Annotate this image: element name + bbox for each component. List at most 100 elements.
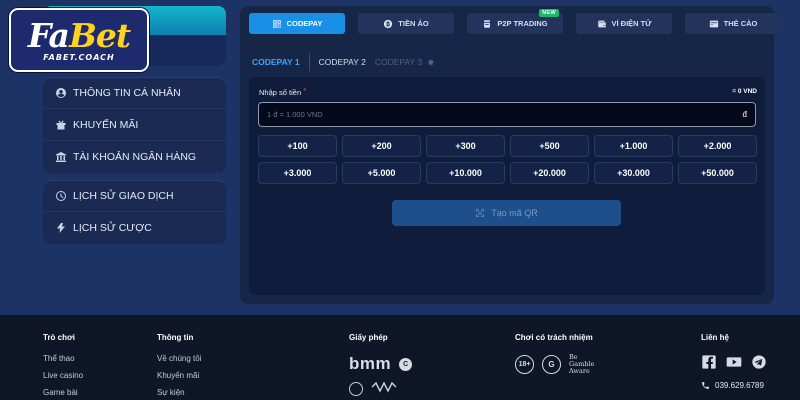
tab-p2p-trading[interactable]: P2P TRADING NEW — [467, 9, 563, 34]
amount-label-text: Nhập số tiền — [259, 88, 302, 97]
footer-link-card-games[interactable]: Game bài — [43, 388, 83, 397]
history-icon — [55, 190, 67, 202]
maintenance-gear-icon — [427, 59, 434, 65]
sidebar-item-label: LỊCH SỬ GIAO DỊCH — [73, 189, 174, 202]
card-icon — [709, 19, 719, 29]
amount-label: Nhập số tiền * — [259, 88, 306, 97]
footer-contact-column: Liên hệ 039.629.6789 — [701, 333, 767, 390]
sub-tab-codepay-1[interactable]: CODEPAY 1 — [252, 57, 309, 67]
amount-total: = 0 VND — [732, 88, 757, 95]
codepay-icon — [272, 19, 282, 29]
tab-e-wallet[interactable]: VÍ ĐIỆN TỬ — [576, 13, 672, 34]
quick-amount-button[interactable]: +30.000 — [594, 162, 673, 184]
sidebar-item-profile[interactable]: THÔNG TIN CÁ NHÂN — [43, 77, 226, 109]
quick-amount-button[interactable]: +5.000 — [342, 162, 421, 184]
tab-scratch-card[interactable]: THẺ CÀO — [685, 13, 781, 34]
footer-responsible-column: Chơi có trách nhiệm 18+ G Be Gamble Awar… — [515, 333, 594, 375]
logo-text: FaBet — [27, 15, 131, 55]
begambleaware-logo: Be Gamble Aware — [569, 354, 594, 375]
footer: Trò chơi Thể thao Live casino Game bài T… — [0, 315, 800, 400]
fabet-logo[interactable]: FaBet FABET.COACH — [9, 8, 149, 72]
sidebar-item-bet-history[interactable]: LỊCH SỬ CƯỢC — [43, 212, 226, 244]
sidebar-item-transaction-history[interactable]: LỊCH SỬ GIAO DỊCH — [43, 180, 226, 212]
qr-scan-icon — [476, 209, 484, 217]
bank-icon — [55, 151, 67, 163]
quick-amount-button[interactable]: +2.000 — [678, 135, 757, 157]
logo-subtext: FABET.COACH — [43, 52, 115, 62]
tab-codepay[interactable]: CODEPAY — [249, 13, 345, 34]
responsible-logos-row: 18+ G Be Gamble Aware — [515, 354, 594, 375]
contact-phone[interactable]: 039.629.6789 — [701, 381, 767, 390]
license-wave-icon — [371, 380, 397, 398]
quick-amount-button[interactable]: +10.000 — [426, 162, 505, 184]
codepay-sub-tabs: CODEPAY 1 CODEPAY 2 CODEPAY 3 — [252, 53, 444, 71]
sub-tab-codepay-3: CODEPAY 3 — [375, 57, 444, 67]
quick-amount-button[interactable]: +1.000 — [594, 135, 673, 157]
license-logos-row: bmm C — [349, 354, 413, 374]
sidebar-account-menu: THÔNG TIN CÁ NHÂN KHUYẾN MÃI TÀI KHOẢN N… — [43, 77, 226, 173]
tab-label: TIỀN ẢO — [398, 19, 429, 28]
sidebar-history-menu: LỊCH SỬ GIAO DỊCH LỊCH SỬ CƯỢC — [43, 180, 226, 244]
footer-license-column: Giấy phép bmm C — [349, 333, 413, 398]
footer-games-column: Trò chơi Thể thao Live casino Game bài — [43, 333, 83, 400]
payment-method-tabs: CODEPAY TIỀN ẢO P2P TRADING NEW VÍ ĐIỆN … — [249, 9, 781, 34]
quick-amount-button[interactable]: +200 — [342, 135, 421, 157]
sidebar-item-label: THÔNG TIN CÁ NHÂN — [73, 86, 181, 99]
quick-amount-button[interactable]: +3.000 — [258, 162, 337, 184]
tab-label: VÍ ĐIỆN TỬ — [611, 19, 652, 28]
sidebar-item-promotions[interactable]: KHUYẾN MÃI — [43, 109, 226, 141]
quick-amount-grid: +100 +200 +300 +500 +1.000 +2.000 +3.000… — [258, 135, 757, 184]
create-qr-button[interactable]: Tạo mã QR — [392, 200, 621, 226]
footer-link-about[interactable]: Về chúng tôi — [157, 354, 201, 363]
quick-amount-button[interactable]: +50.000 — [678, 162, 757, 184]
sidebar-item-label: TÀI KHOẢN NGÂN HÀNG — [73, 151, 197, 163]
footer-link-events[interactable]: Sự kiện — [157, 388, 201, 397]
sidebar-item-label: LỊCH SỬ CƯỢC — [73, 222, 152, 234]
crypto-icon — [383, 19, 393, 29]
license-seal-icon — [349, 382, 363, 396]
sub-tab-label: CODEPAY 3 — [374, 57, 423, 67]
promo-icon — [55, 119, 67, 131]
footer-contact-title: Liên hệ — [701, 333, 730, 342]
user-icon — [55, 87, 67, 99]
footer-link-promotions[interactable]: Khuyến mãi — [157, 371, 201, 380]
sidebar-item-label: KHUYẾN MÃI — [73, 118, 139, 131]
tab-label: CODEPAY — [286, 19, 323, 28]
facebook-icon[interactable] — [701, 354, 717, 370]
footer-info-title: Thông tin — [157, 333, 194, 342]
phone-icon — [702, 382, 709, 389]
deposit-page: FaBet FABET.COACH THÔNG TIN CÁ NHÂN KHUY… — [0, 0, 800, 400]
social-icons-row — [701, 354, 767, 370]
bmm-logo: bmm — [349, 354, 392, 373]
youtube-icon[interactable] — [726, 354, 742, 370]
tab-label: THẺ CÀO — [723, 19, 758, 28]
aware-line: Aware — [569, 367, 590, 375]
footer-license-title: Giấy phép — [349, 333, 388, 342]
age-18-icon: 18+ — [515, 355, 534, 374]
phone-number: 039.629.6789 — [715, 381, 764, 390]
quick-amount-button[interactable]: +500 — [510, 135, 589, 157]
currency-symbol: đ — [742, 110, 747, 119]
quick-amount-button[interactable]: +100 — [258, 135, 337, 157]
quick-amount-button[interactable]: +300 — [426, 135, 505, 157]
telegram-icon[interactable] — [751, 354, 767, 370]
amount-input-box: đ — [258, 102, 756, 127]
gamcare-icon: G — [542, 355, 561, 374]
amount-input[interactable] — [267, 110, 743, 119]
footer-info-column: Thông tin Về chúng tôi Khuyến mãi Sự kiệ… — [157, 333, 201, 400]
license-seals-row — [349, 380, 412, 398]
create-qr-label: Tạo mã QR — [491, 208, 538, 218]
footer-link-live-casino[interactable]: Live casino — [43, 371, 83, 380]
quick-amount-button[interactable]: +20.000 — [510, 162, 589, 184]
license-badge-icon: C — [399, 357, 413, 371]
wallet-icon — [597, 19, 607, 29]
footer-responsible-title: Chơi có trách nhiệm — [515, 333, 593, 342]
footer-link-sports[interactable]: Thể thao — [43, 354, 83, 363]
sub-tab-divider — [308, 53, 310, 71]
tab-crypto[interactable]: TIỀN ẢO — [358, 13, 454, 34]
new-badge: NEW — [539, 9, 559, 17]
p2p-icon — [482, 19, 492, 29]
sub-tab-codepay-2[interactable]: CODEPAY 2 — [319, 57, 375, 67]
required-mark: * — [303, 88, 306, 95]
sidebar-item-bank-account[interactable]: TÀI KHOẢN NGÂN HÀNG — [43, 141, 226, 173]
